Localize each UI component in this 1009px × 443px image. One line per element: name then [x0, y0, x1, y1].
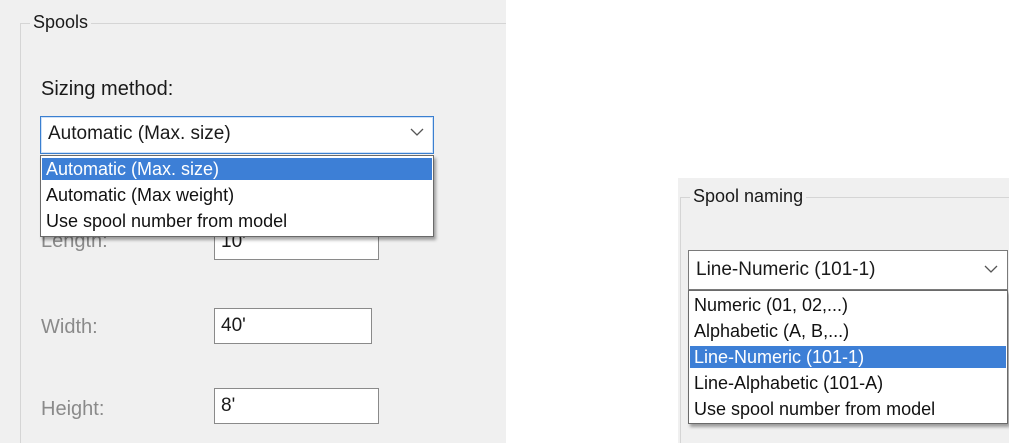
- naming-option-line-numeric[interactable]: Line-Numeric (101-1): [690, 346, 1006, 368]
- naming-group-border-left: [680, 197, 681, 443]
- spool-naming-list[interactable]: Numeric (01, 02,...) Alphabetic (A, B,..…: [688, 290, 1008, 424]
- spools-group-border-left: [20, 23, 21, 443]
- sizing-option-max-size[interactable]: Automatic (Max. size): [42, 158, 432, 180]
- naming-option-alphabetic[interactable]: Alphabetic (A, B,...): [690, 320, 1006, 342]
- naming-option-line-alphabetic[interactable]: Line-Alphabetic (101-A): [690, 372, 1006, 394]
- width-input[interactable]: 40': [214, 308, 372, 344]
- naming-option-numeric[interactable]: Numeric (01, 02,...): [690, 294, 1006, 316]
- spools-group-title: Spools: [30, 12, 92, 33]
- naming-option-spool-number[interactable]: Use spool number from model: [690, 398, 1006, 420]
- sizing-method-list[interactable]: Automatic (Max. size) Automatic (Max wei…: [40, 155, 434, 237]
- sizing-method-value: Automatic (Max. size): [48, 123, 231, 144]
- height-label: Height:: [41, 398, 105, 420]
- height-input[interactable]: 8': [214, 388, 379, 424]
- sizing-option-spool-number[interactable]: Use spool number from model: [42, 210, 432, 232]
- spool-naming-dropdown[interactable]: Line-Numeric (101-1): [688, 250, 1008, 290]
- spools-group-border-top: [20, 23, 506, 24]
- chevron-down-icon[interactable]: [983, 261, 999, 277]
- width-label: Width:: [41, 316, 98, 338]
- naming-group-title: Spool naming: [690, 186, 807, 207]
- spools-panel: Spools Sizing method: Automatic (Max. si…: [0, 0, 506, 443]
- sizing-option-max-weight[interactable]: Automatic (Max weight): [42, 184, 432, 206]
- height-value: 8': [221, 395, 236, 416]
- sizing-method-label: Sizing method:: [41, 78, 174, 100]
- spool-naming-value: Line-Numeric (101-1): [696, 259, 876, 280]
- width-value: 40': [221, 315, 246, 336]
- sizing-method-dropdown[interactable]: Automatic (Max. size): [40, 116, 434, 154]
- chevron-down-icon[interactable]: [409, 124, 425, 140]
- spool-naming-panel: Spool naming Line-Numeric (101-1) Numeri…: [678, 178, 1009, 443]
